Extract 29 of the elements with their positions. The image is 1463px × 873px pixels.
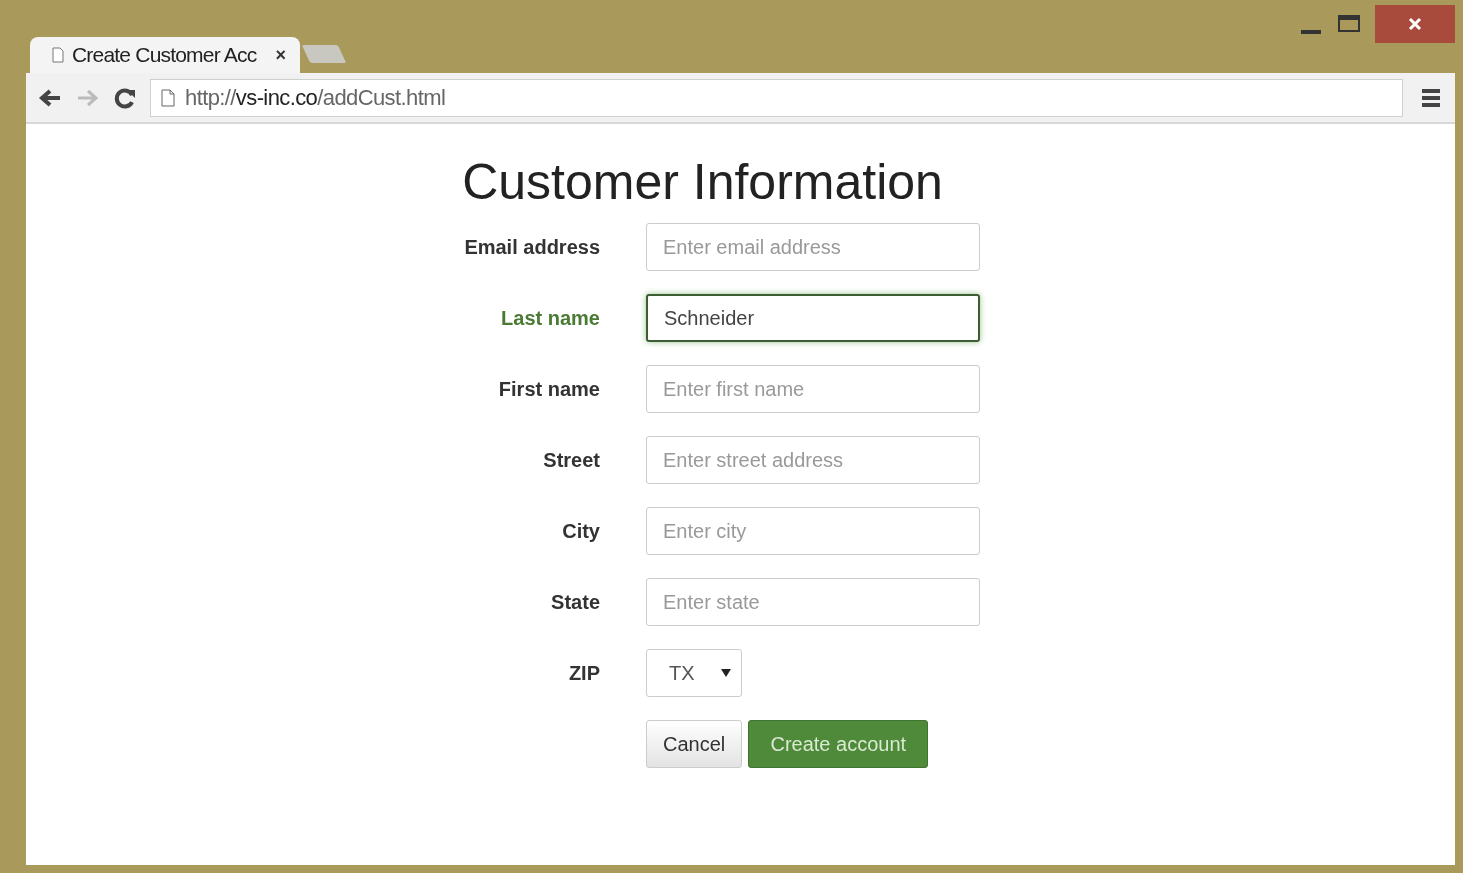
input-field[interactable]: Enter state [646,578,980,626]
address-bar[interactable]: http://vs-inc.co/addCust.html [150,78,1403,117]
input-field[interactable]: Schneider [646,294,980,342]
page-icon [52,47,64,63]
close-tab-button[interactable]: × [275,44,286,66]
input-field[interactable]: Enter email address [646,223,980,271]
close-window-button[interactable] [1375,5,1455,43]
caret-icon [721,669,731,677]
close-icon [1408,17,1422,31]
input-field[interactable]: Enter city [646,507,980,555]
field-label: Last name [501,306,600,330]
form-title: Customer Information [461,154,944,210]
field-label: ZIP [568,661,600,685]
menu-icon[interactable] [1421,87,1441,108]
input-field[interactable]: Enter street address [646,436,980,484]
page-icon [161,88,175,107]
back-arrow-icon[interactable] [38,87,62,108]
field-label: Street [543,448,600,472]
browser-tab[interactable]: Create Customer Acc × [30,37,300,73]
field-label: Email address [464,235,600,259]
field-label: First name [498,377,600,401]
reload-icon[interactable] [114,86,136,109]
url-text: http://vs-inc.co/addCust.html [185,84,446,111]
field-label: City [562,519,600,543]
tab-title: Create Customer Acc [72,43,258,67]
dropdown[interactable]: TX [646,649,742,697]
input-field[interactable]: Enter first name [646,365,980,413]
field-label: State [551,590,600,614]
cancel-button[interactable]: Cancel [646,720,743,768]
